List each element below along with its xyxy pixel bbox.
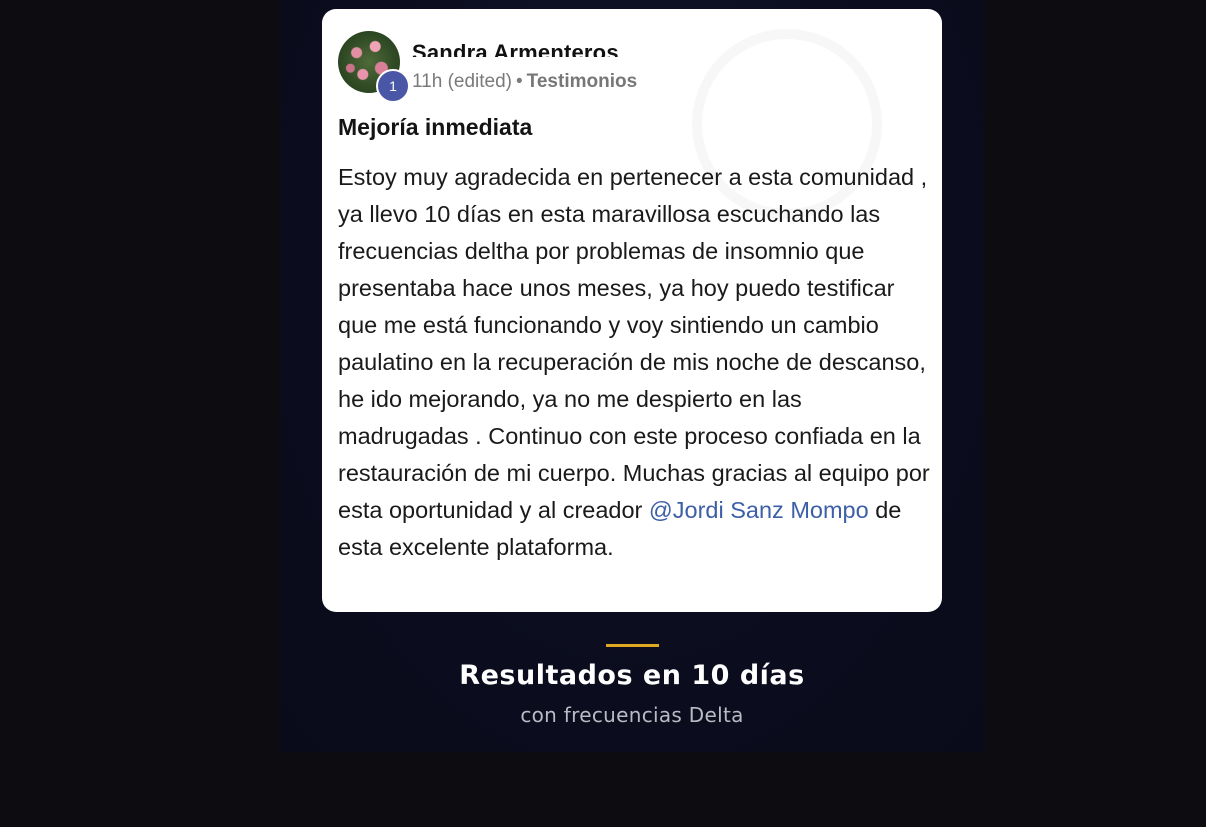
- author-avatar-container[interactable]: 1: [338, 31, 410, 103]
- author-name[interactable]: Sandra Armenteros: [412, 33, 619, 57]
- post-meta: 11h (edited) • Testimonios: [412, 71, 637, 93]
- testimonial-post-card: 1 Sandra Armenteros 11h (edited) • Testimo…: [322, 9, 942, 612]
- caption-headline: Resultados en 10 días: [459, 660, 805, 691]
- meta-separator: •: [516, 71, 523, 92]
- post-title: Mejoría inmediata: [338, 114, 533, 140]
- testimonial-panel: 1 Sandra Armenteros 11h (edited) • Testimo…: [280, 0, 984, 752]
- post-timestamp[interactable]: 11h (edited): [412, 71, 512, 92]
- user-mention-link[interactable]: @Jordi Sanz Mompo: [649, 497, 869, 523]
- level-badge: 1: [376, 69, 410, 103]
- post-body-text: Estoy muy agradecida en pertenecer a est…: [338, 164, 930, 523]
- post-body: Estoy muy agradecida en pertenecer a est…: [338, 159, 930, 566]
- post-category[interactable]: Testimonios: [527, 71, 638, 92]
- accent-divider: [606, 644, 659, 647]
- caption-subheadline: con frecuencias Delta: [520, 703, 744, 727]
